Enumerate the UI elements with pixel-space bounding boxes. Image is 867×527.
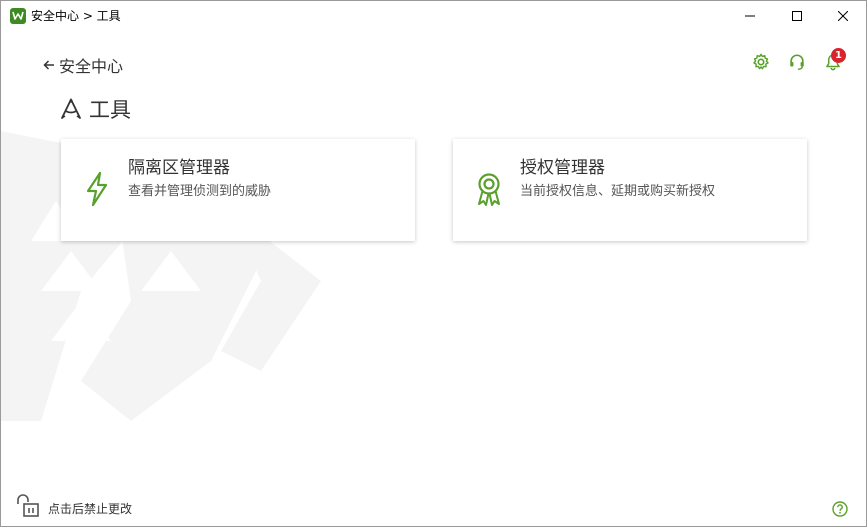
award-ribbon-icon bbox=[478, 173, 500, 206]
headset-icon bbox=[790, 54, 804, 70]
maximize-button[interactable] bbox=[774, 1, 820, 31]
drweb-spider-icon bbox=[10, 8, 26, 24]
minimize-button[interactable] bbox=[727, 1, 773, 31]
lock-icon bbox=[17, 494, 39, 517]
support-button[interactable] bbox=[786, 51, 808, 73]
notification-badge: 1 bbox=[831, 48, 846, 63]
maximize-icon bbox=[792, 11, 802, 21]
back-label: 安全中心 bbox=[59, 57, 124, 76]
card-title: 授权管理器 bbox=[520, 158, 605, 178]
app-window: 安全中心 > 工具 安全中心 1 工具 隔离区管理器 查看并管理侦测到的威胁 授… bbox=[0, 0, 867, 527]
settings-button[interactable] bbox=[750, 51, 772, 73]
license-manager-card[interactable]: 授权管理器 当前授权信息、延期或购买新授权 bbox=[453, 139, 807, 241]
card-description: 查看并管理侦测到的威胁 bbox=[128, 184, 272, 199]
arrow-left-icon bbox=[43, 60, 54, 70]
gear-icon bbox=[753, 53, 769, 70]
page-title-text: 工具 bbox=[89, 98, 131, 122]
lock-settings-button[interactable]: 点击后禁止更改 bbox=[15, 493, 132, 517]
close-icon bbox=[838, 11, 848, 21]
title-bar: 安全中心 > 工具 bbox=[1, 1, 866, 31]
minimize-icon bbox=[745, 15, 755, 17]
help-icon[interactable] bbox=[832, 501, 848, 517]
card-title: 隔离区管理器 bbox=[128, 158, 230, 178]
lock-label: 点击后禁止更改 bbox=[48, 501, 133, 516]
card-description: 当前授权信息、延期或购买新授权 bbox=[520, 184, 716, 199]
close-button[interactable] bbox=[820, 1, 866, 31]
lightning-icon bbox=[86, 171, 108, 207]
back-link[interactable]: 安全中心 bbox=[43, 53, 123, 77]
quarantine-manager-card[interactable]: 隔离区管理器 查看并管理侦测到的威胁 bbox=[61, 139, 415, 241]
tools-icon bbox=[61, 98, 81, 119]
page-title: 工具 bbox=[59, 94, 131, 124]
window-title: 安全中心 > 工具 bbox=[31, 9, 121, 23]
